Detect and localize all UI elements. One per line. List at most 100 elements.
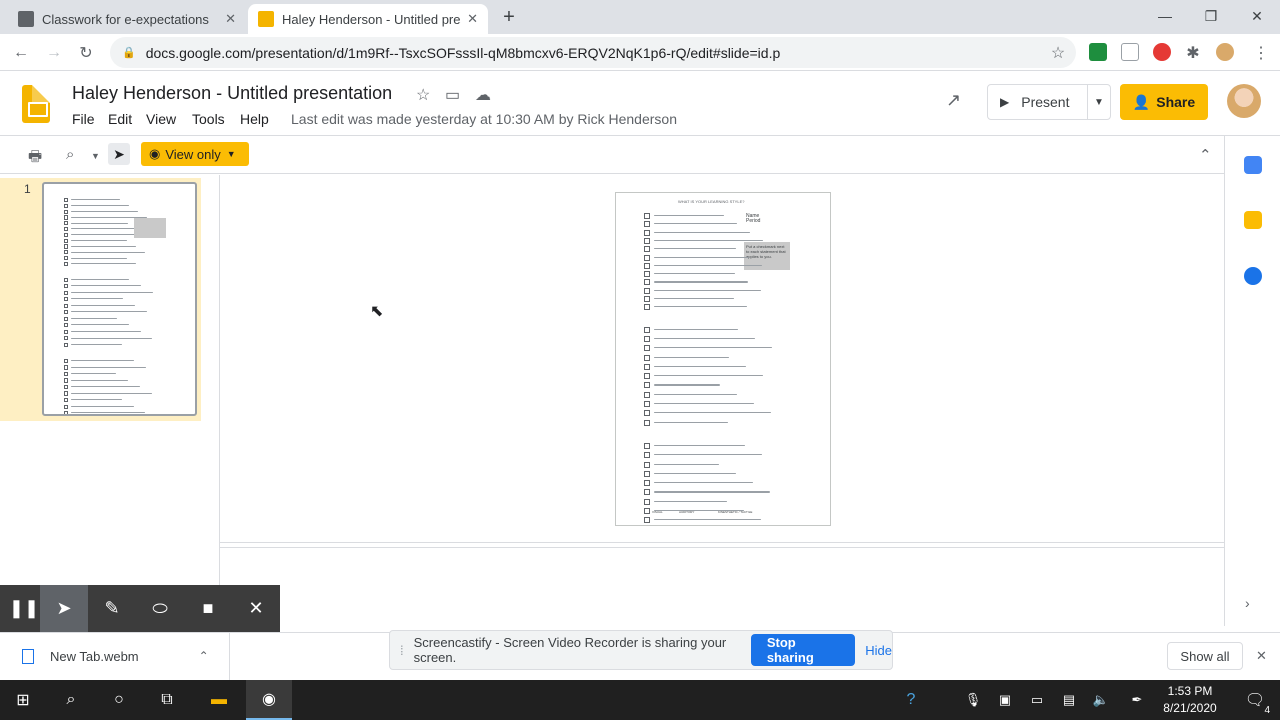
worksheet-checkbox [63,290,68,295]
close-window-icon[interactable]: ✕ [1234,0,1280,32]
worksheet-line [654,384,720,386]
drag-handle-icon[interactable]: ⁞ [400,643,404,658]
camera-icon[interactable]: ■ [184,585,232,632]
instruction-note-text: Put a checkmark next to each statement t… [746,244,786,259]
worksheet-note-box [133,218,166,238]
calendar-icon[interactable] [1244,156,1262,174]
worksheet-checkbox [63,323,68,328]
last-edit-link[interactable]: Last edit was made yesterday at 10:30 AM… [291,111,677,127]
print-icon[interactable]: 🖶 [28,146,42,171]
bookmark-star-icon[interactable]: ☆ [1047,42,1069,64]
new-tab-button[interactable]: + [498,6,520,28]
menu-edit[interactable]: Edit [108,111,132,127]
close-tab-icon[interactable]: ✕ [225,11,236,27]
slide-thumbnail[interactable] [42,182,197,416]
address-bar[interactable]: 🔒 docs.google.com/presentation/d/1m9Rf--… [110,37,1076,68]
worksheet-line [654,519,761,521]
share-button[interactable]: 👤 Share [1120,84,1208,120]
star-icon[interactable]: ☆ [416,85,430,105]
tab-slides[interactable]: Haley Henderson - Untitled prese ✕ [248,4,488,34]
eraser-icon[interactable]: ⬭ [136,585,184,632]
stop-sharing-button[interactable]: Stop sharing [750,634,856,666]
menu-help[interactable]: Help [240,111,269,127]
present-dropdown-icon[interactable]: ▼ [1088,97,1110,108]
cursor-tool-icon[interactable]: ➤ [40,585,88,632]
help-icon[interactable]: ? [888,680,934,720]
slides-logo-icon[interactable] [22,85,50,123]
present-main[interactable]: ▶ Present [988,85,1088,119]
menu-tools[interactable]: Tools [192,111,225,127]
zoom-dropdown-icon[interactable]: ▼ [91,151,100,161]
worksheet-checkbox [63,411,68,414]
restore-icon[interactable]: ❐ [1188,0,1234,32]
cortana-icon[interactable]: ○ [96,680,142,720]
collapse-toolbar-icon[interactable]: ⌃ [1199,146,1212,164]
worksheet-checkbox [63,261,68,267]
back-icon[interactable]: ← [10,42,32,64]
select-tool-icon[interactable]: ➤ [108,143,130,165]
windows-start-icon[interactable]: ⊞ [0,680,46,720]
forward-icon[interactable]: → [43,42,65,64]
worksheet-line [70,263,136,265]
worksheet-checkbox [63,284,68,289]
worksheet-line [70,278,130,280]
download-options-icon[interactable]: ⌃ [199,649,209,663]
worksheet-line [654,393,737,395]
keep-icon[interactable] [1244,211,1262,229]
speaker-notes-divider[interactable] [220,542,1224,548]
worksheet-checkbox [63,198,68,203]
classroom-icon [18,11,34,27]
profile-avatar-icon[interactable] [1216,43,1234,61]
tasks-icon[interactable] [1244,267,1262,285]
move-folder-icon[interactable]: ▭ [445,85,460,105]
menu-view[interactable]: View [146,111,176,127]
expand-panel-icon[interactable]: › [1245,595,1250,611]
extension-classroom-icon[interactable] [1089,43,1107,61]
activity-trend-icon[interactable]: ↗ [946,90,961,111]
worksheet-checkbox [644,326,650,333]
download-filename: New Tab.webm [50,648,139,664]
download-item[interactable]: New Tab.webm ⌃ [0,632,230,680]
worksheet-line [654,444,745,447]
system-clock[interactable]: 1:53 PM 8/21/2020 [1150,683,1230,717]
hide-button[interactable]: Hide [865,643,892,658]
zoom-icon[interactable]: ⌕ [66,146,74,163]
view-only-button[interactable]: ◉ View only ▼ [141,142,249,166]
worksheet-line [654,273,735,275]
browser-toolbar: ← → ↻ 🔒 docs.google.com/presentation/d/1… [0,34,1280,71]
search-icon[interactable]: ⌕ [48,680,94,720]
close-controls-icon[interactable]: ✕ [232,585,280,632]
slide-page[interactable]: WHAT IS YOUR LEARNING STYLE? Name Period… [615,192,831,526]
worksheet-checkbox [644,470,650,477]
close-tab-icon[interactable]: ✕ [467,11,478,27]
notifications-icon[interactable]: 🗨 4 [1232,680,1278,720]
chrome-icon[interactable]: ◉ [246,680,292,720]
cloud-status-icon[interactable]: ☁ [475,85,491,105]
url-text: docs.google.com/presentation/d/1m9Rf--Ts… [145,44,781,61]
present-button[interactable]: ▶ Present ▼ [987,84,1111,120]
reload-icon[interactable]: ↻ [75,42,97,64]
file-explorer-icon[interactable]: ▬ [196,680,242,720]
extension-screencastify-icon[interactable] [1153,43,1171,61]
extension-doc-icon[interactable] [1121,43,1139,61]
share-label: Share [1156,94,1196,110]
worksheet-line [654,403,754,405]
extensions-puzzle-icon[interactable]: ✱ [1182,42,1204,64]
task-view-icon[interactable]: ⧉ [144,680,190,720]
account-avatar[interactable] [1227,84,1261,118]
document-title[interactable]: Haley Henderson - Untitled presentation [72,83,392,104]
show-all-button[interactable]: Show all [1167,642,1243,670]
tab-classwork[interactable]: Classwork for e-expectations ✕ [8,4,246,34]
browser-menu-icon[interactable]: ⋮ [1250,42,1272,64]
menu-file[interactable]: File [72,111,95,127]
eye-icon: ◉ [149,146,161,161]
worksheet-checkbox [63,397,68,403]
close-download-bar-icon[interactable]: ✕ [1256,648,1267,664]
worksheet-line [70,360,135,362]
view-only-label: View only [165,146,221,162]
worksheet-line [654,264,762,266]
pen-icon[interactable]: ✎ [88,585,136,632]
worksheet-checkbox [63,221,68,226]
worksheet-line [654,482,753,484]
minimize-icon[interactable]: — [1142,0,1188,32]
